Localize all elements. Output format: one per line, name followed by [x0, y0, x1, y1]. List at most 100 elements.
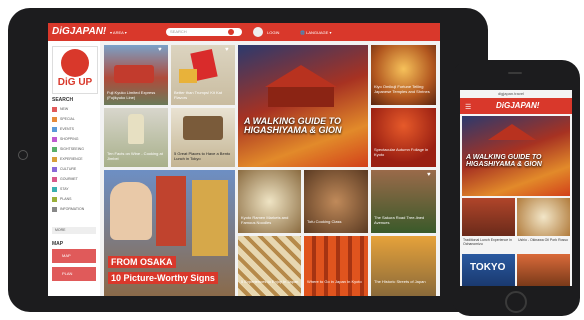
search-icon[interactable]	[228, 29, 234, 35]
area-dropdown[interactable]: ▾ AREA ▾	[110, 30, 127, 35]
category-item[interactable]: STAY	[52, 185, 98, 195]
more-label: MORE	[55, 228, 66, 232]
card-train[interactable]: Fuji Kyuko Limited Express (Fujikyuko Li…	[104, 45, 168, 105]
menu-icon[interactable]: ☰	[465, 103, 471, 111]
sake-bottle	[128, 114, 144, 144]
card-noodles[interactable]: Kyoto Ramen Markets and Famous Noodles	[238, 170, 301, 233]
plan-button[interactable]: PLAN	[52, 267, 96, 281]
map-button-label: MAP	[62, 253, 71, 258]
language-dropdown[interactable]: 🌐 LANGUAGE ▾	[300, 30, 331, 35]
category-item[interactable]: INFORMATION	[52, 205, 98, 215]
category-icon	[52, 167, 57, 172]
map-heading: MAP	[52, 241, 64, 247]
card-caption: Better than Trumps! Kit Kat Flavors	[174, 90, 223, 100]
category-icon	[52, 147, 57, 152]
phone-screen: digjapan.travel ☰ DiGJAPAN! A WALKING GU…	[460, 90, 572, 286]
category-label: EVENTS	[60, 127, 75, 131]
area-label: AREA	[112, 30, 124, 35]
temple-roof	[265, 65, 337, 87]
category-item[interactable]: PLANS	[52, 195, 98, 205]
card-cups[interactable]: 5 Experiences to Enjoy In Japan	[238, 236, 301, 296]
category-icon	[52, 117, 57, 122]
card-bento[interactable]: 5 Great Places to Have a Bento Lunch in …	[171, 108, 235, 167]
avatar[interactable]	[253, 27, 263, 37]
phone-card-food[interactable]	[517, 254, 570, 286]
favorite-icon[interactable]: ♥	[427, 172, 431, 178]
card-kitkat[interactable]: Better than Trumps! Kit Kat Flavors ♥	[171, 45, 235, 105]
card-caption: Spectacular Autumn Foliage in Kyoto	[374, 147, 429, 157]
category-label: SHOPPING	[60, 137, 79, 141]
card-caption: Tofu Cooking Class	[307, 219, 342, 224]
hero-title: A WALKING GUIDE TO HIGASHIYAMA & GION	[244, 116, 342, 136]
category-label: GOURMET	[60, 177, 78, 181]
dig-up-icon	[61, 49, 89, 77]
card-torii[interactable]: Where to Go in Japan In Kyoto	[304, 236, 368, 296]
phone-card-caption: Ushio - Okinawa Oil Pork Rosso	[518, 238, 568, 242]
phone-hero-card[interactable]: A WALKING GUIDE TO HIGASHIYAMA & GION	[462, 116, 570, 196]
card-caption: Kiyo Omikuji Fortune Telling Japanese Te…	[374, 84, 430, 94]
card-caption: Ten Facts on Wine - Cooking at Jimbei	[107, 151, 163, 161]
card-tofu[interactable]: Tofu Cooking Class	[304, 170, 368, 233]
card-street[interactable]: The Historic Streets of Japan	[371, 236, 436, 296]
card-autumn[interactable]: Spectacular Autumn Foliage in Kyoto	[371, 108, 436, 167]
phone-home-button[interactable]	[505, 291, 527, 313]
site-logo[interactable]: DiGJAPAN!	[52, 26, 106, 37]
card-caption: The Historic Streets of Japan	[374, 279, 426, 284]
category-label: SPECIAL	[60, 117, 75, 121]
card-caption: Kyoto Ramen Markets and Famous Noodles	[241, 215, 289, 225]
category-icon	[52, 187, 57, 192]
card-caption: The Sakura Road Tree-lined Avenues	[374, 215, 425, 225]
tokyo-label: TOKYO	[470, 262, 506, 273]
language-label: LANGUAGE	[306, 30, 329, 35]
category-label: CULTURE	[60, 167, 77, 171]
card-caption: 5 Experiences to Enjoy In Japan	[241, 279, 299, 284]
temple-body	[268, 87, 334, 107]
signboard-2	[192, 180, 228, 256]
category-icon	[52, 157, 57, 162]
category-item[interactable]: SHOPPING	[52, 135, 98, 145]
phone-card-lunch[interactable]	[462, 198, 515, 236]
category-icon	[52, 197, 57, 202]
kitkat-pack-2	[179, 69, 197, 83]
dig-up-badge[interactable]: DiG UP	[52, 46, 98, 94]
kuidaore-figure	[110, 182, 152, 240]
card-caption: Fuji Kyuko Limited Express (Fujikyuko Li…	[107, 90, 156, 100]
temple-roof	[488, 124, 536, 140]
phone-url: digjapan.travel	[498, 91, 525, 96]
card-sake[interactable]: Ten Facts on Wine - Cooking at Jimbei	[104, 108, 168, 167]
category-label: SIGHTSEEING	[60, 147, 84, 151]
phone-logo[interactable]: DiGJAPAN!	[496, 101, 539, 110]
tablet-home-button[interactable]	[18, 150, 28, 160]
category-list: NEW SPECIAL EVENTS SHOPPING SIGHTSEEING EXPER…	[52, 105, 98, 215]
hero-card[interactable]: A WALKING GUIDE TO HIGASHIYAMA & GION	[238, 45, 368, 167]
favorite-icon[interactable]: ♥	[158, 47, 162, 53]
card-cherry[interactable]: The Sakura Road Tree-lined Avenues ♥	[371, 170, 436, 233]
dig-up-label: DiG UP	[57, 77, 93, 88]
bento-box	[183, 116, 223, 140]
more-button[interactable]: MORE	[52, 227, 96, 234]
phone-card-caption: Traditional Lunch Experience in Ochanomi…	[463, 238, 512, 247]
category-item[interactable]: SPECIAL	[52, 115, 98, 125]
card-caption: Where to Go in Japan In Kyoto	[307, 279, 362, 284]
favorite-icon[interactable]: ♥	[225, 47, 229, 53]
card-lanterns[interactable]: Kiyo Omikuji Fortune Telling Japanese Te…	[371, 45, 436, 105]
login-link[interactable]: LOGIN	[267, 30, 279, 35]
phone-card-ramen[interactable]	[517, 198, 570, 236]
search-heading: SEARCH	[52, 97, 74, 103]
category-item[interactable]: EXPERIENCE	[52, 155, 98, 165]
phone-card-tokyo[interactable]: TOKYO	[462, 254, 515, 286]
category-icon	[52, 207, 57, 212]
category-item[interactable]: SIGHTSEEING	[52, 145, 98, 155]
category-label: NEW	[60, 107, 69, 111]
phone-url-bar[interactable]: digjapan.travel	[460, 90, 572, 98]
category-item[interactable]: NEW	[52, 105, 98, 115]
card-osaka[interactable]: FROM OSAKA 10 Picture-Worthy Signs	[104, 170, 235, 296]
category-item[interactable]: CULTURE	[52, 165, 98, 175]
map-button[interactable]: MAP	[52, 249, 96, 263]
train-shape	[114, 65, 154, 83]
category-item[interactable]: EVENTS	[52, 125, 98, 135]
tablet-screen: DiGJAPAN! ▾ AREA ▾ SEARCH LOGIN 🌐 LANGUA…	[48, 23, 440, 296]
sidebar: DiG UP SEARCH NEW SPECIAL EVENTS SHOPPING SI…	[48, 41, 100, 296]
category-label: INFORMATION	[60, 207, 85, 211]
category-item[interactable]: GOURMET	[52, 175, 98, 185]
